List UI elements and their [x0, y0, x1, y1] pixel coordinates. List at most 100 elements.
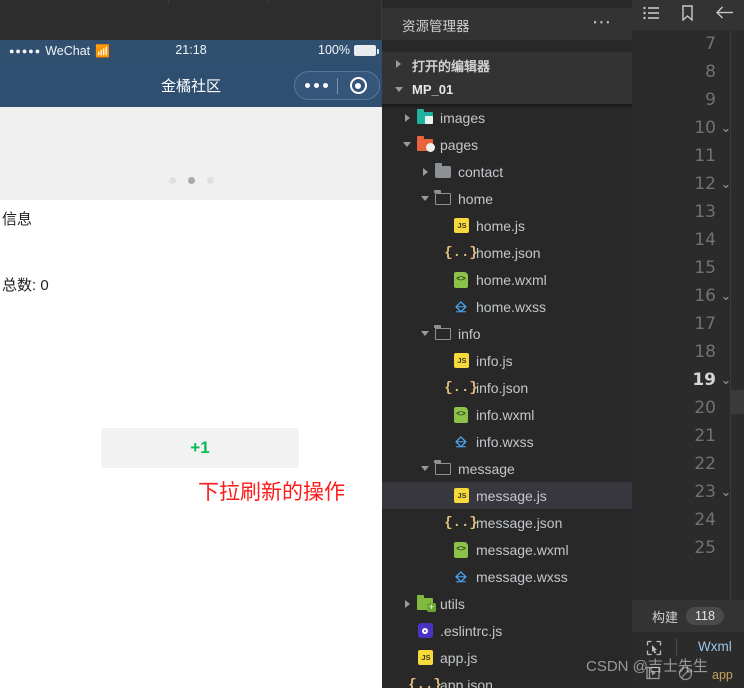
file-tree[interactable]: images pages contact home JS home.js {..} home.…: [382, 104, 632, 688]
line-number-row[interactable]: 21: [632, 422, 744, 450]
back-arrow-icon[interactable]: [715, 5, 734, 25]
tree-item-home-js[interactable]: JS home.js: [382, 212, 632, 239]
line-number-row[interactable]: 18: [632, 338, 744, 366]
tree-arrow[interactable]: [400, 599, 414, 608]
tree-item-app-json[interactable]: {..} app.json: [382, 671, 632, 688]
tree-icon: {..}: [408, 677, 442, 688]
line-number-row[interactable]: 24: [632, 506, 744, 534]
tree-item-message-wxss[interactable]: ⎒ message.wxss: [382, 563, 632, 590]
open-editors-section[interactable]: 打开的编辑器: [382, 52, 632, 78]
tree-item-info[interactable]: info: [382, 320, 632, 347]
line-number-row[interactable]: 25: [632, 534, 744, 562]
line-number-row[interactable]: 12 ⌄: [632, 170, 744, 198]
tree-item-contact[interactable]: contact: [382, 158, 632, 185]
chevron-down-icon[interactable]: [403, 142, 411, 147]
line-number-row[interactable]: 23 ⌄: [632, 478, 744, 506]
swiper-dot[interactable]: [206, 177, 214, 184]
tree-item-pages[interactable]: pages: [382, 131, 632, 158]
tree-item-message-json[interactable]: {..} message.json: [382, 509, 632, 536]
line-number-row[interactable]: 11: [632, 142, 744, 170]
line-number-row[interactable]: 7: [632, 30, 744, 58]
tree-icon: <>: [450, 271, 472, 288]
line-number-row[interactable]: 19 ⌄: [632, 366, 744, 394]
tree-item-home-wxss[interactable]: ⎒ home.wxss: [382, 293, 632, 320]
tree-item-message-wxml[interactable]: <> message.wxml: [382, 536, 632, 563]
fold-chevron-icon[interactable]: ⌄: [716, 288, 736, 304]
tree-icon: ⎒: [450, 568, 472, 586]
cursor-select-icon[interactable]: [646, 640, 662, 659]
line-number-row[interactable]: 14: [632, 226, 744, 254]
tree-arrow[interactable]: [418, 466, 432, 471]
swiper-dot-active[interactable]: [187, 177, 195, 184]
line-number-row[interactable]: 10 ⌄: [632, 114, 744, 142]
line-number-row[interactable]: 17: [632, 310, 744, 338]
tree-icon: [432, 459, 454, 475]
tree-arrow[interactable]: [400, 113, 414, 122]
ellipsis-icon[interactable]: [295, 83, 337, 88]
chevron-right-icon[interactable]: [404, 113, 410, 122]
tree-item-message[interactable]: message: [382, 455, 632, 482]
tree-item-info-wxss[interactable]: ⎒ info.wxss: [382, 428, 632, 455]
tree-item-message-js[interactable]: JS message.js: [382, 482, 632, 509]
tree-arrow[interactable]: [400, 142, 414, 147]
tab-wxml[interactable]: Wxml: [698, 639, 732, 654]
tree-item-app-js[interactable]: JS app.js: [382, 644, 632, 671]
fold-chevron-icon[interactable]: ⌄: [716, 120, 736, 136]
tree-icon: JS: [450, 488, 472, 503]
outline-list-icon[interactable]: [642, 6, 660, 25]
build-status-bar[interactable]: 构建 118: [632, 600, 744, 632]
project-root-row[interactable]: MP_01: [382, 78, 632, 104]
chevron-down-icon[interactable]: [395, 87, 403, 92]
line-number-row[interactable]: 8: [632, 58, 744, 86]
swiper-carousel[interactable]: [0, 107, 382, 200]
fold-chevron-icon[interactable]: ⌄: [716, 484, 736, 500]
chevron-down-icon[interactable]: [421, 196, 429, 201]
tree-item-utils[interactable]: utils: [382, 590, 632, 617]
plus-one-button[interactable]: +1: [101, 428, 299, 468]
tree-arrow[interactable]: [418, 196, 432, 201]
explorer-title: 资源管理器: [402, 19, 470, 34]
tree-arrow[interactable]: [418, 331, 432, 336]
swiper-dot[interactable]: [168, 177, 176, 184]
line-number-row[interactable]: 16 ⌄: [632, 282, 744, 310]
wechat-capsule-button[interactable]: [294, 71, 380, 100]
fold-chevron-icon[interactable]: ⌄: [716, 176, 736, 192]
tree-item-info-js[interactable]: JS info.js: [382, 347, 632, 374]
tree-item-label: home.js: [476, 217, 526, 234]
tree-icon: JS: [414, 650, 436, 665]
tree-item-label: info.js: [476, 352, 513, 369]
no-entry-icon[interactable]: [678, 666, 693, 684]
explorer-header: 资源管理器 ⋯: [382, 8, 632, 40]
tree-item-home-json[interactable]: {..} home.json: [382, 239, 632, 266]
chevron-right-icon[interactable]: [404, 599, 410, 608]
play-step-icon[interactable]: [646, 666, 661, 683]
eslint-file-icon: [417, 623, 433, 638]
line-number-gutter[interactable]: 7 8 9 10 ⌄ 11 12 ⌄ 13 14 15 16 ⌄ 17 18 19 ⌄ 20 21 22 23 ⌄ 24 25: [632, 30, 744, 600]
tree-item-info-json[interactable]: {..} info.json: [382, 374, 632, 401]
tree-item-label: message.wxss: [476, 568, 568, 585]
tree-item-info-wxml[interactable]: <> info.wxml: [382, 401, 632, 428]
folder-open-icon: [434, 324, 451, 340]
line-number-row[interactable]: 15: [632, 254, 744, 282]
fold-chevron-icon[interactable]: ⌄: [716, 372, 736, 388]
chevron-down-icon[interactable]: [421, 466, 429, 471]
tree-arrow[interactable]: [418, 167, 432, 176]
tree-item--eslintrc-js[interactable]: .eslintrc.js: [382, 617, 632, 644]
line-number-row[interactable]: 9: [632, 86, 744, 114]
wxml-file-icon: <>: [454, 541, 468, 558]
chevron-right-icon[interactable]: [422, 167, 428, 176]
target-circle-icon[interactable]: [338, 77, 379, 94]
line-number-row[interactable]: 22: [632, 450, 744, 478]
line-number: 22: [694, 454, 716, 474]
line-number-row[interactable]: 13: [632, 198, 744, 226]
tree-item-images[interactable]: images: [382, 104, 632, 131]
chevron-right-icon[interactable]: [396, 60, 401, 68]
phone-status-bar: ●●●●● WeChat 📶 21:18 100%: [0, 40, 382, 63]
bookmark-icon[interactable]: [681, 4, 694, 26]
ellipsis-icon[interactable]: ⋯: [592, 10, 612, 36]
tree-item-home[interactable]: home: [382, 185, 632, 212]
chevron-down-icon[interactable]: [421, 331, 429, 336]
tree-item-home-wxml[interactable]: <> home.wxml: [382, 266, 632, 293]
line-number: 14: [694, 230, 716, 250]
line-number-row[interactable]: 20: [632, 394, 744, 422]
